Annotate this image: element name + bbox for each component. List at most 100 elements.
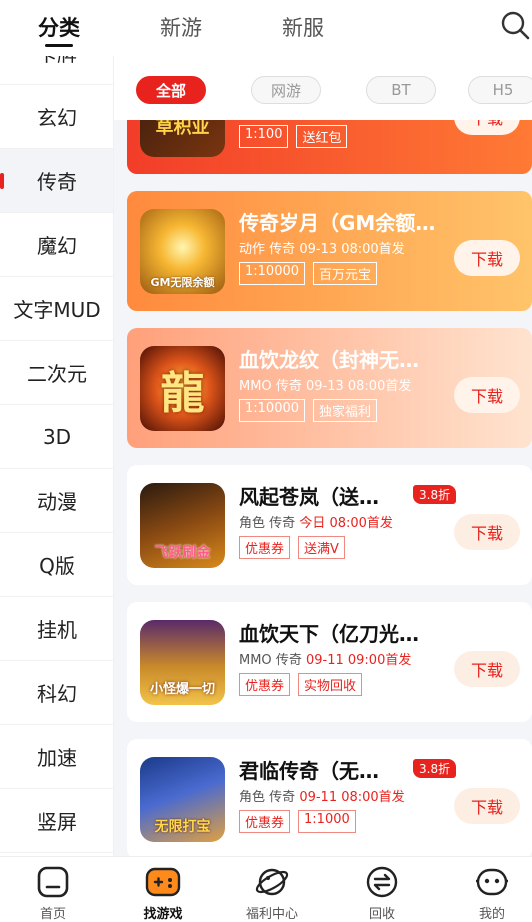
sidebar-item-mohuan[interactable]: 魔幻 xyxy=(0,213,113,277)
game-icon-lettering: 龍 xyxy=(160,367,205,419)
nav-label: 我的 xyxy=(478,907,505,922)
download-button[interactable]: 下载 xyxy=(454,651,520,687)
nav-home[interactable]: 首页 xyxy=(13,865,93,922)
filter-chip-h5[interactable]: H5 xyxy=(468,76,532,104)
game-list-pane: 全部 网游 BT H5 草积业 1:100 送红包 下载 GM无限余额 传奇岁月… xyxy=(114,56,532,856)
game-category: 角色 xyxy=(239,516,266,531)
game-category: MMO xyxy=(239,379,272,394)
bottom-navigation: 首页 找游戏 福利中心 回收 我的 xyxy=(0,856,532,922)
game-category: MMO xyxy=(239,653,272,668)
sidebar-item-chuanqi[interactable]: 传奇 xyxy=(0,149,113,213)
game-genre: 传奇 xyxy=(269,242,296,257)
tab-category[interactable]: 分类 xyxy=(38,12,80,42)
filter-chip-all[interactable]: 全部 xyxy=(136,76,206,104)
active-tab-indicator xyxy=(45,44,73,47)
nav-find-games[interactable]: 找游戏 xyxy=(123,865,203,922)
game-icon: 无限打宝 xyxy=(140,757,225,842)
game-title: 风起苍岚（送… xyxy=(239,485,379,509)
game-title: 血饮龙纹（封神无… xyxy=(239,348,419,372)
game-card[interactable]: 无限打宝 君临传奇（无… 3.8折 角色 传奇 09-11 08:00首发 优惠… xyxy=(127,739,532,856)
launch-date: 09-11 08:00首发 xyxy=(299,790,405,805)
game-meta: MMO 传奇 09-13 08:00首发 xyxy=(239,375,411,394)
game-genre: 传奇 xyxy=(275,379,302,394)
exchange-icon xyxy=(366,866,398,898)
sidebar-item-speedup[interactable]: 加速 xyxy=(0,725,113,789)
sidebar-item-q-style[interactable]: Q版 xyxy=(0,533,113,597)
game-icon: 龍 xyxy=(140,346,225,431)
game-card[interactable]: 小怪爆一切 血饮天下（亿刀光… MMO 传奇 09-11 09:00首发 优惠券… xyxy=(127,602,532,722)
sidebar-item-anime-2d[interactable]: 二次元 xyxy=(0,341,113,405)
game-icon-lettering: 无限打宝 xyxy=(154,819,211,835)
download-button[interactable]: 下载 xyxy=(454,240,520,276)
planet-icon xyxy=(255,868,289,896)
game-tags: 优惠券 送满V xyxy=(239,536,345,559)
game-card[interactable]: GM无限余额 传奇岁月（GM余额… 动作 传奇 09-13 08:00首发 1:… xyxy=(127,191,532,311)
game-genre: 传奇 xyxy=(269,790,296,805)
game-tag: 优惠券 xyxy=(239,810,291,833)
game-genre: 传奇 xyxy=(275,653,302,668)
game-tag: 1:10000 xyxy=(239,399,306,422)
sidebar-item-dongman[interactable]: 动漫 xyxy=(0,469,113,533)
game-icon: GM无限余额 xyxy=(140,209,225,294)
game-meta: 角色 传奇 09-11 08:00首发 xyxy=(239,786,405,805)
launch-date: 09-13 08:00首发 xyxy=(305,379,412,394)
game-title: 传奇岁月（GM余额… xyxy=(239,211,436,235)
sidebar-item-xuanhuan[interactable]: 玄幻 xyxy=(0,85,113,149)
sidebar-item-portrait[interactable]: 竖屏 xyxy=(0,789,113,853)
game-category: 动作 xyxy=(239,242,266,257)
discount-badge: 3.8折 xyxy=(413,485,457,504)
game-tag: 优惠券 xyxy=(239,673,291,696)
launch-date: 09-13 08:00首发 xyxy=(299,242,405,257)
filter-bar: 全部 网游 BT H5 xyxy=(114,56,532,120)
game-tag: 1:100 xyxy=(239,125,289,148)
sidebar-item-scifi[interactable]: 科幻 xyxy=(0,661,113,725)
game-tags: 优惠券 1:1000 xyxy=(239,810,356,833)
game-genre: 传奇 xyxy=(269,516,296,531)
game-title: 血饮天下（亿刀光… xyxy=(239,622,419,646)
filter-chip-bt[interactable]: BT xyxy=(366,76,436,104)
home-icon xyxy=(37,866,69,898)
launch-date: 今日 08:00首发 xyxy=(299,516,393,531)
game-card[interactable]: 龍 血饮龙纹（封神无… MMO 传奇 09-13 08:00首发 1:10000… xyxy=(127,328,532,448)
game-tags: 1:10000 百万元宝 xyxy=(239,262,378,285)
filter-chip-online[interactable]: 网游 xyxy=(251,76,321,104)
download-button[interactable]: 下载 xyxy=(454,788,520,824)
game-tag: 1:10000 xyxy=(239,262,306,285)
game-icon-lettering: 小怪爆一切 xyxy=(149,682,215,697)
category-sidebar: 卡牌 玄幻 传奇 魔幻 文字MUD 二次元 3D 动漫 Q版 挂机 科幻 加速 … xyxy=(0,56,114,856)
download-button[interactable]: 下载 xyxy=(454,377,520,413)
game-tag: 送红包 xyxy=(296,125,348,148)
game-tag: 独家福利 xyxy=(313,399,378,422)
game-tags: 1:10000 独家福利 xyxy=(239,399,378,422)
game-tag: 实物回收 xyxy=(298,673,363,696)
gamepad-icon xyxy=(145,867,181,897)
game-title: 君临传奇（无… xyxy=(239,759,379,783)
game-tag: 优惠券 xyxy=(239,536,291,559)
game-tag: 百万元宝 xyxy=(313,262,378,285)
game-card[interactable]: 飞跃刷金 风起苍岚（送… 3.8折 角色 传奇 今日 08:00首发 优惠券 送… xyxy=(127,465,532,585)
sidebar-item-text-mud[interactable]: 文字MUD xyxy=(0,277,113,341)
game-meta: 动作 传奇 09-13 08:00首发 xyxy=(239,238,405,257)
sidebar-item-idle[interactable]: 挂机 xyxy=(0,597,113,661)
game-tag: 1:1000 xyxy=(298,810,356,833)
nav-label: 找游戏 xyxy=(143,907,183,922)
top-tab-bar: 分类 新游 新服 xyxy=(0,0,532,56)
sidebar-item-card[interactable]: 卡牌 xyxy=(0,56,113,85)
tab-new-servers[interactable]: 新服 xyxy=(282,12,324,42)
game-icon-lettering: 飞跃刷金 xyxy=(154,545,211,561)
sidebar-item-3d[interactable]: 3D xyxy=(0,405,113,469)
profile-icon xyxy=(476,868,508,896)
launch-date: 09-11 09:00首发 xyxy=(305,653,412,668)
game-meta: 角色 传奇 今日 08:00首发 xyxy=(239,512,393,531)
nav-recycle[interactable]: 回收 xyxy=(342,865,422,922)
download-button[interactable]: 下载 xyxy=(454,514,520,550)
game-icon: 小怪爆一切 xyxy=(140,620,225,705)
game-category: 角色 xyxy=(239,790,266,805)
nav-label: 回收 xyxy=(368,907,395,922)
nav-welfare-center[interactable]: 福利中心 xyxy=(232,865,312,922)
nav-profile[interactable]: 我的 xyxy=(452,865,532,922)
search-icon[interactable] xyxy=(500,10,530,40)
tab-new-games[interactable]: 新游 xyxy=(160,12,202,42)
game-meta: MMO 传奇 09-11 09:00首发 xyxy=(239,649,411,668)
game-tags: 1:100 送红包 xyxy=(239,125,348,148)
